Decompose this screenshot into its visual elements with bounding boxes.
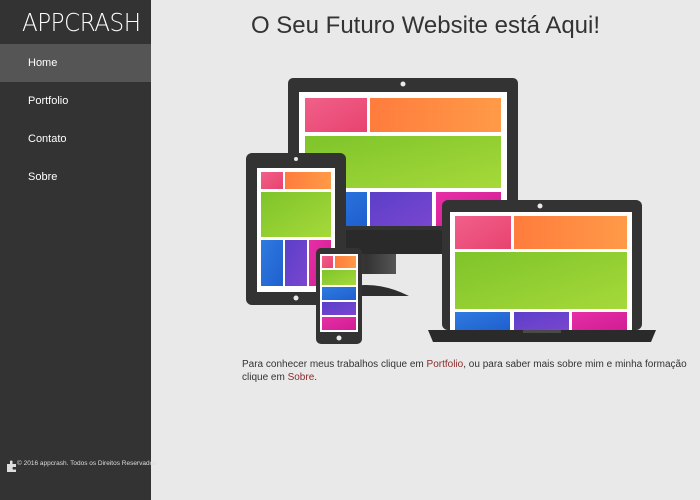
app-logo[interactable]: APPCRASH <box>22 8 141 37</box>
sidebar-nav: Home Portfolio Contato Sobre <box>0 44 151 196</box>
intro-text-3: . <box>314 372 318 383</box>
sidebar-item-sobre[interactable]: Sobre <box>0 158 151 196</box>
copyright-text: © 2016 appcrash. Todos os Direitos Reser… <box>17 460 157 467</box>
smartphone <box>316 248 362 344</box>
sidebar: APPCRASH Home Portfolio Contato Sobre © … <box>0 0 157 500</box>
sidebar-item-home[interactable]: Home <box>0 44 151 82</box>
sidebar-item-contato[interactable]: Contato <box>0 120 151 158</box>
footer: © 2016 appcrash. Todos os Direitos Reser… <box>6 458 157 474</box>
main-content: O Seu Futuro Website está Aqui! Para con… <box>151 0 700 500</box>
portfolio-link[interactable]: Portfolio <box>427 359 464 370</box>
intro-text-1: Para conhecer meus trabalhos clique em <box>242 359 427 370</box>
intro-paragraph: Para conhecer meus trabalhos clique em P… <box>242 358 687 384</box>
sidebar-item-portfolio[interactable]: Portfolio <box>0 82 151 120</box>
responsive-devices-illustration <box>246 78 656 344</box>
laptop <box>428 200 656 342</box>
sobre-link[interactable]: Sobre <box>288 372 315 383</box>
page-title: O Seu Futuro Website está Aqui! <box>250 12 601 39</box>
